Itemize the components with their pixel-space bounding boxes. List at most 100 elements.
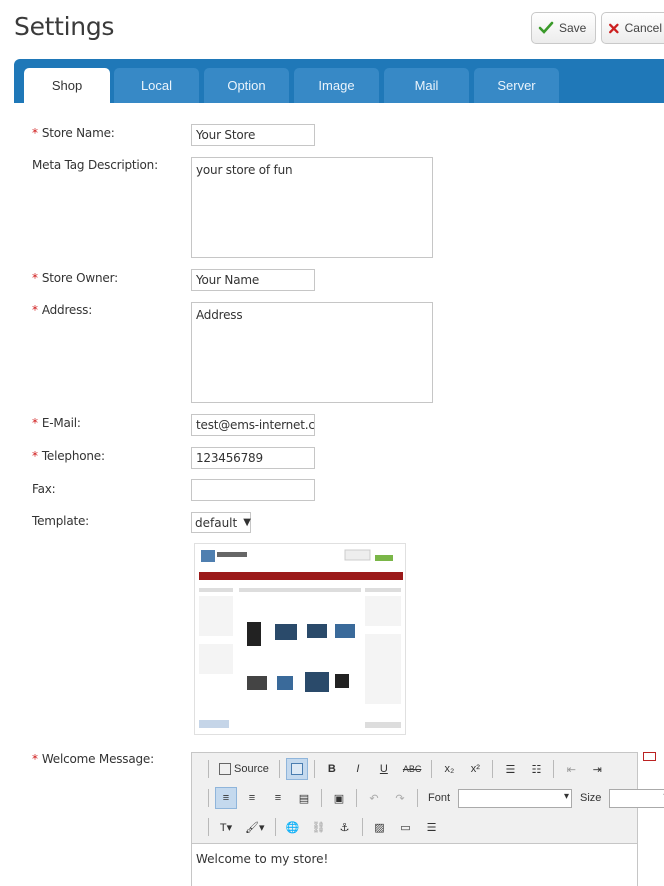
size-select[interactable]: [609, 788, 664, 808]
numbered-list-button[interactable]: ☰: [499, 758, 521, 780]
save-button[interactable]: Save: [531, 12, 596, 44]
tab-option[interactable]: Option: [204, 68, 289, 103]
horizontal-rule-icon: ☰: [426, 821, 437, 834]
image-button[interactable]: ▨: [369, 816, 391, 838]
template-select-value: default: [195, 515, 238, 530]
align-center-button[interactable]: ≡: [241, 787, 263, 809]
editor-toolbar-row-2: ≡ ≡ ≡ ▤ ▣ ↶ ↷ Font Size: [206, 786, 664, 810]
text-color-button[interactable]: T▾: [215, 816, 237, 838]
subscript-button[interactable]: x₂: [438, 758, 460, 780]
bold-button[interactable]: B: [321, 758, 343, 780]
cancel-button[interactable]: Cancel: [601, 12, 664, 44]
align-left-button[interactable]: ≡: [215, 787, 237, 809]
bullet-list-button[interactable]: ☷: [525, 758, 547, 780]
size-label: Size: [580, 792, 602, 804]
tab-shop[interactable]: Shop: [24, 68, 110, 103]
numbered-list-icon: ☰: [505, 763, 516, 776]
template-label: Template:: [32, 514, 89, 528]
telephone-input[interactable]: 123456789: [191, 447, 315, 469]
italic-icon: I: [356, 763, 360, 775]
fax-input[interactable]: [191, 479, 315, 501]
unlink-button[interactable]: ⛓: [308, 816, 330, 838]
strikethrough-icon: ABC: [402, 764, 422, 774]
align-right-icon: ≡: [274, 792, 282, 804]
table-button[interactable]: ▭: [395, 816, 417, 838]
save-label: Save: [559, 21, 587, 35]
indent-icon: ⇥: [592, 763, 602, 776]
image-icon: ▨: [374, 821, 385, 834]
undo-button[interactable]: ↶: [363, 787, 385, 809]
superscript-button[interactable]: x²: [464, 758, 486, 780]
welcome-message-label: * Welcome Message:: [32, 752, 154, 766]
indent-button[interactable]: ⇥: [586, 758, 608, 780]
link-button[interactable]: 🌐: [282, 816, 304, 838]
meta-description-textarea[interactable]: your store of fun: [191, 157, 433, 258]
email-input[interactable]: test@ems-internet.co.: [191, 414, 315, 436]
close-icon: [609, 23, 619, 33]
chevron-down-icon: ▼: [243, 517, 251, 528]
redo-icon: ↷: [395, 792, 405, 805]
tab-image[interactable]: Image: [294, 68, 379, 103]
justify-button[interactable]: ▤: [293, 787, 315, 809]
store-name-input[interactable]: Your Store: [191, 124, 315, 146]
anchor-button[interactable]: ⚓: [334, 816, 356, 838]
table-icon: ▭: [400, 821, 411, 834]
flag-icon[interactable]: [643, 752, 656, 761]
cancel-label: Cancel: [624, 21, 662, 35]
required-mark: *: [32, 126, 38, 140]
address-textarea[interactable]: Address: [191, 302, 433, 403]
email-label: * E-Mail:: [32, 416, 81, 430]
template-preview-graphic: [195, 544, 405, 734]
preview-icon: [290, 763, 303, 775]
font-select[interactable]: [458, 788, 573, 808]
unlink-icon: ⛓: [311, 821, 326, 834]
justify-icon: ▤: [298, 792, 310, 805]
text-color-icon: T▾: [219, 821, 233, 834]
outdent-button[interactable]: ⇤: [560, 758, 582, 780]
italic-button[interactable]: I: [347, 758, 369, 780]
address-label: * Address:: [32, 303, 93, 317]
editor-toolbar-row-1: Source B I U ABC x₂ x² ☰ ☷ ⇤ ⇥: [206, 757, 608, 781]
store-owner-label: * Store Owner:: [32, 271, 118, 285]
source-button[interactable]: Source: [215, 758, 273, 780]
tab-server[interactable]: Server: [474, 68, 559, 103]
meta-description-label: Meta Tag Description:: [32, 158, 158, 172]
align-center-icon: ≡: [248, 792, 256, 804]
paste-icon: ▣: [333, 792, 345, 805]
background-color-button[interactable]: 🖌▾: [241, 816, 269, 838]
rich-text-editor[interactable]: Source B I U ABC x₂ x² ☰ ☷ ⇤ ⇥ ≡ ≡ ≡ ▤ ▣…: [191, 752, 664, 886]
editor-content[interactable]: Welcome to my store!: [192, 843, 637, 886]
bold-icon: B: [327, 763, 336, 775]
link-icon: 🌐: [285, 821, 300, 834]
align-left-icon: ≡: [222, 792, 230, 804]
store-owner-input[interactable]: Your Name: [191, 269, 315, 291]
underline-icon: U: [379, 763, 388, 775]
preview-button[interactable]: [285, 758, 308, 780]
page-title: Settings: [14, 12, 115, 41]
anchor-icon: ⚓: [339, 821, 350, 834]
tab-bar: Shop Local Option Image Mail Server: [14, 59, 664, 103]
outdent-icon: ⇤: [566, 763, 576, 776]
bullet-list-icon: ☷: [531, 763, 542, 776]
subscript-icon: x₂: [444, 763, 455, 775]
source-icon: [219, 763, 231, 775]
template-preview-image: [194, 543, 406, 735]
undo-icon: ↶: [369, 792, 379, 805]
paste-button[interactable]: ▣: [328, 787, 350, 809]
template-select[interactable]: default ▼: [191, 512, 251, 533]
align-right-button[interactable]: ≡: [267, 787, 289, 809]
tab-mail[interactable]: Mail: [384, 68, 469, 103]
superscript-icon: x²: [470, 763, 480, 775]
background-color-icon: 🖌▾: [245, 821, 265, 834]
tab-local[interactable]: Local: [114, 68, 199, 103]
checkmark-icon: [538, 21, 554, 34]
redo-button[interactable]: ↷: [389, 787, 411, 809]
strikethrough-button[interactable]: ABC: [399, 758, 426, 780]
underline-button[interactable]: U: [373, 758, 395, 780]
store-name-label: * Store Name:: [32, 126, 115, 140]
font-label: Font: [428, 792, 451, 804]
horizontal-rule-button[interactable]: ☰: [421, 816, 443, 838]
fax-label: Fax:: [32, 482, 56, 496]
telephone-label: * Telephone:: [32, 449, 105, 463]
editor-toolbar-row-3: T▾ 🖌▾ 🌐 ⛓ ⚓ ▨ ▭ ☰: [206, 815, 443, 839]
